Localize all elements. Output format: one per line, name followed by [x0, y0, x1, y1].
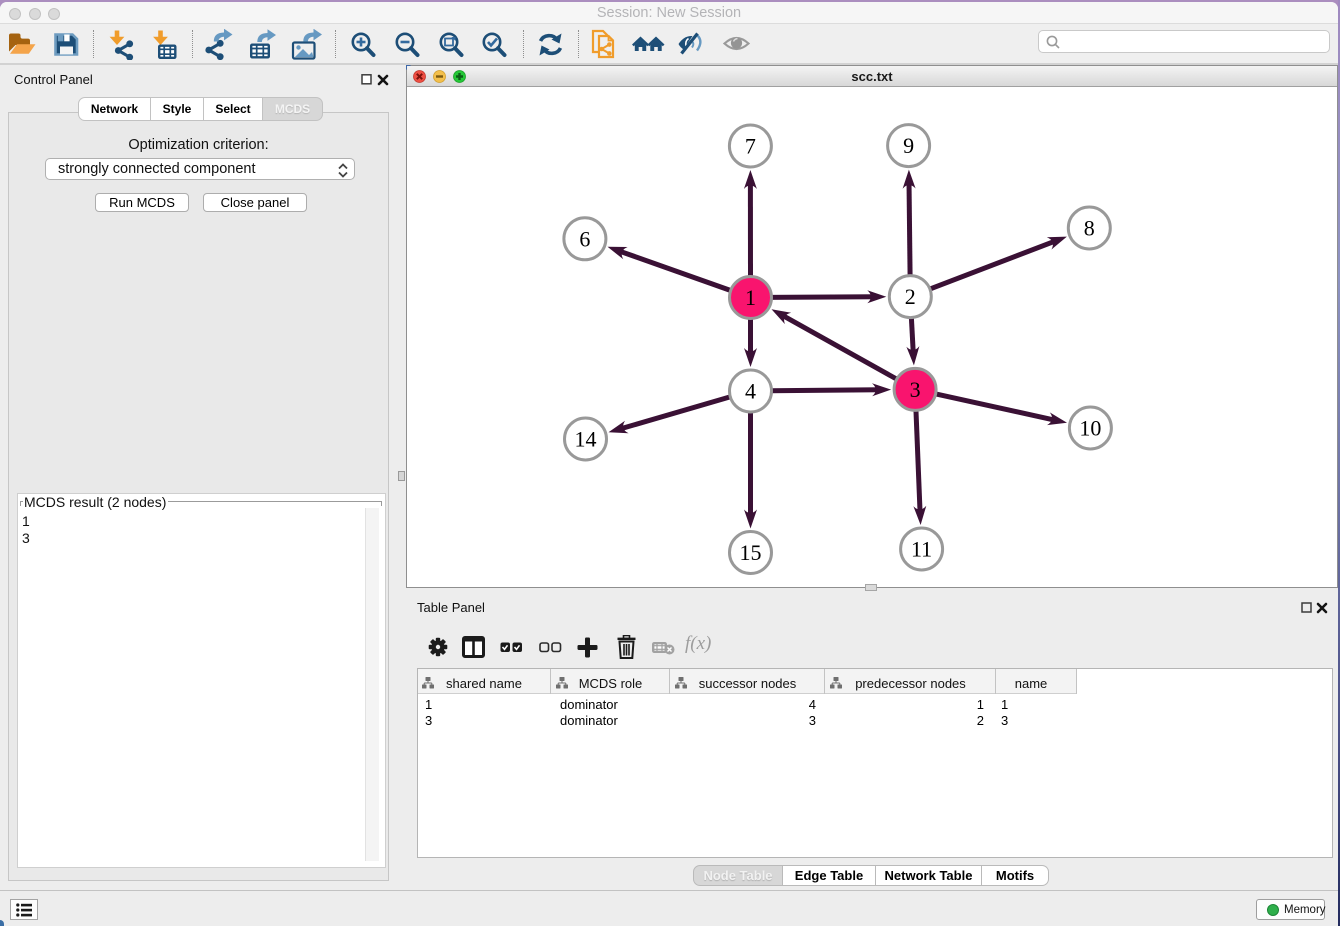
svg-text:2: 2: [905, 284, 916, 309]
svg-text:1: 1: [745, 285, 756, 310]
svg-text:8: 8: [1084, 216, 1095, 241]
svg-text:15: 15: [740, 540, 762, 565]
svg-text:3: 3: [910, 377, 921, 402]
svg-text:4: 4: [745, 379, 756, 404]
svg-text:10: 10: [1079, 416, 1101, 441]
svg-text:9: 9: [903, 133, 914, 158]
svg-text:14: 14: [575, 427, 597, 452]
svg-text:6: 6: [579, 226, 590, 251]
svg-text:7: 7: [745, 134, 756, 159]
svg-text:11: 11: [911, 537, 932, 562]
